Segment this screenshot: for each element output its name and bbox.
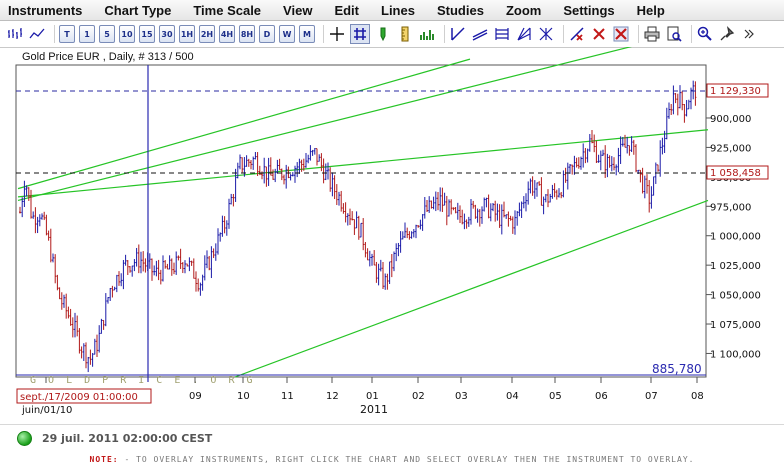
x-tick-label: 12 (326, 391, 339, 402)
status-timestamp: 29 juil. 2011 02:00:00 CEST (42, 431, 213, 445)
price-bars (19, 80, 697, 373)
toolbar-separator (444, 25, 445, 43)
crosshair-icon[interactable] (328, 25, 346, 43)
period-button-1[interactable]: 1 (79, 25, 95, 43)
ruler-icon[interactable] (396, 25, 414, 43)
chart-area[interactable]: Gold Price EUR , Daily, # 313 / 500 G O … (0, 26, 784, 422)
period-button-d[interactable]: D (259, 25, 275, 43)
line-chart-icon[interactable] (28, 25, 46, 43)
period-button-4h[interactable]: 4H (219, 25, 235, 43)
period-button-15[interactable]: 15 (139, 25, 155, 43)
period-button-w[interactable]: W (279, 25, 295, 43)
fan-icon[interactable] (515, 25, 533, 43)
y-tick-label: 925,000 (710, 143, 751, 154)
toolbar-separator (638, 25, 639, 43)
close-icon[interactable] (590, 25, 608, 43)
note-label: NOTE: (89, 455, 119, 464)
x-tick-label: 08 (691, 391, 704, 402)
watermark: G O L D P R I C E . O R G (30, 375, 256, 386)
preview-icon[interactable] (665, 25, 683, 43)
marker-icon[interactable] (374, 25, 392, 43)
reference-line-1-label: 1 129,330 (710, 86, 761, 97)
price-chart[interactable]: Gold Price EUR , Daily, # 313 / 500 G O … (0, 26, 784, 422)
year-label: 2011 (360, 403, 388, 416)
menu-time-scale[interactable]: Time Scale (185, 3, 275, 18)
delete-all-icon[interactable] (612, 25, 630, 43)
menu-settings[interactable]: Settings (555, 3, 628, 18)
menu-help[interactable]: Help (629, 3, 679, 18)
x-tick-label: 07 (645, 391, 658, 402)
menu-edit[interactable]: Edit (326, 3, 373, 18)
period-button-m[interactable]: M (299, 25, 315, 43)
x-tick-label: 05 (549, 391, 562, 402)
trendline-icon[interactable] (449, 25, 467, 43)
menu-zoom[interactable]: Zoom (498, 3, 555, 18)
grid-icon[interactable] (350, 24, 370, 44)
period-button-5[interactable]: 5 (99, 25, 115, 43)
period-button-30[interactable]: 30 (159, 25, 175, 43)
cursor-price-label: 885,780 (652, 362, 702, 376)
menu-bar: Instruments Chart Type Time Scale View E… (0, 0, 784, 21)
x-tick-label: juin/01/10 (21, 405, 72, 416)
toolbar-separator (563, 25, 564, 43)
toolbar-separator (691, 25, 692, 43)
zoom-in-icon[interactable] (696, 25, 714, 43)
x-tick-label: 03 (455, 391, 468, 402)
trend-line[interactable] (17, 129, 709, 198)
x-tick-label: 04 (506, 391, 519, 402)
period-button-t[interactable]: T (59, 25, 75, 43)
reference-line-2-label: 1 058,458 (710, 168, 761, 179)
y-tick-label: 1 000,000 (710, 232, 761, 243)
trend-line[interactable] (234, 199, 709, 378)
toolbar-separator (323, 25, 324, 43)
chart-title: Gold Price EUR , Daily, # 313 / 500 (22, 51, 194, 63)
trend-line[interactable] (17, 26, 709, 201)
channel-icon[interactable] (471, 25, 489, 43)
y-tick-label: 1 025,000 (710, 261, 761, 272)
toolbar: T 1 5 10 15 30 1H 2H 4H 8H D W M (0, 21, 784, 48)
x-tick-label: 02 (412, 391, 425, 402)
print-icon[interactable] (643, 25, 661, 43)
menu-studies[interactable]: Studies (429, 3, 498, 18)
period-button-2h[interactable]: 2H (199, 25, 215, 43)
x-tick-label: 11 (281, 391, 294, 402)
overlay-note: NOTE: - TO OVERLAY INSTRUMENTS, RIGHT CL… (0, 455, 784, 464)
gann-icon[interactable] (537, 25, 555, 43)
pin-icon[interactable] (718, 25, 736, 43)
y-tick-label: 975,000 (710, 202, 751, 213)
menu-view[interactable]: View (275, 3, 326, 18)
status-bar: 29 juil. 2011 02:00:00 CEST (0, 424, 784, 451)
period-button-8h[interactable]: 8H (239, 25, 255, 43)
menu-instruments[interactable]: Instruments (0, 3, 96, 18)
toolbar-separator (54, 25, 55, 43)
connection-status-icon (17, 430, 32, 446)
y-tick-label: 900,000 (710, 114, 751, 125)
volume-icon[interactable] (418, 25, 436, 43)
bar-chart-icon[interactable] (6, 25, 24, 43)
y-tick-label: 1 050,000 (710, 291, 761, 302)
menu-lines[interactable]: Lines (373, 3, 429, 18)
more-options-icon[interactable] (740, 25, 758, 43)
menu-chart-type[interactable]: Chart Type (96, 3, 185, 18)
x-tick-label: 10 (237, 391, 250, 402)
cursor-date-label: sept./17/2009 01:00:00 (20, 392, 138, 403)
period-button-10[interactable]: 10 (119, 25, 135, 43)
x-tick-label: 01 (366, 391, 379, 402)
y-tick-label: 1 100,000 (710, 349, 761, 360)
x-tick-label: 09 (189, 391, 202, 402)
period-button-1h[interactable]: 1H (179, 25, 195, 43)
y-tick-label: 1 075,000 (710, 320, 761, 331)
trend-lines[interactable] (17, 26, 709, 378)
x-tick-label: 06 (595, 391, 608, 402)
y-axis: 1 100,000 1 075,000 1 050,000 1 025,000 1 00… (706, 83, 769, 360)
delete-line-icon[interactable] (568, 25, 586, 43)
fibonacci-icon[interactable] (493, 25, 511, 43)
note-text: - TO OVERLAY INSTRUMENTS, RIGHT CLICK TH… (118, 455, 695, 464)
